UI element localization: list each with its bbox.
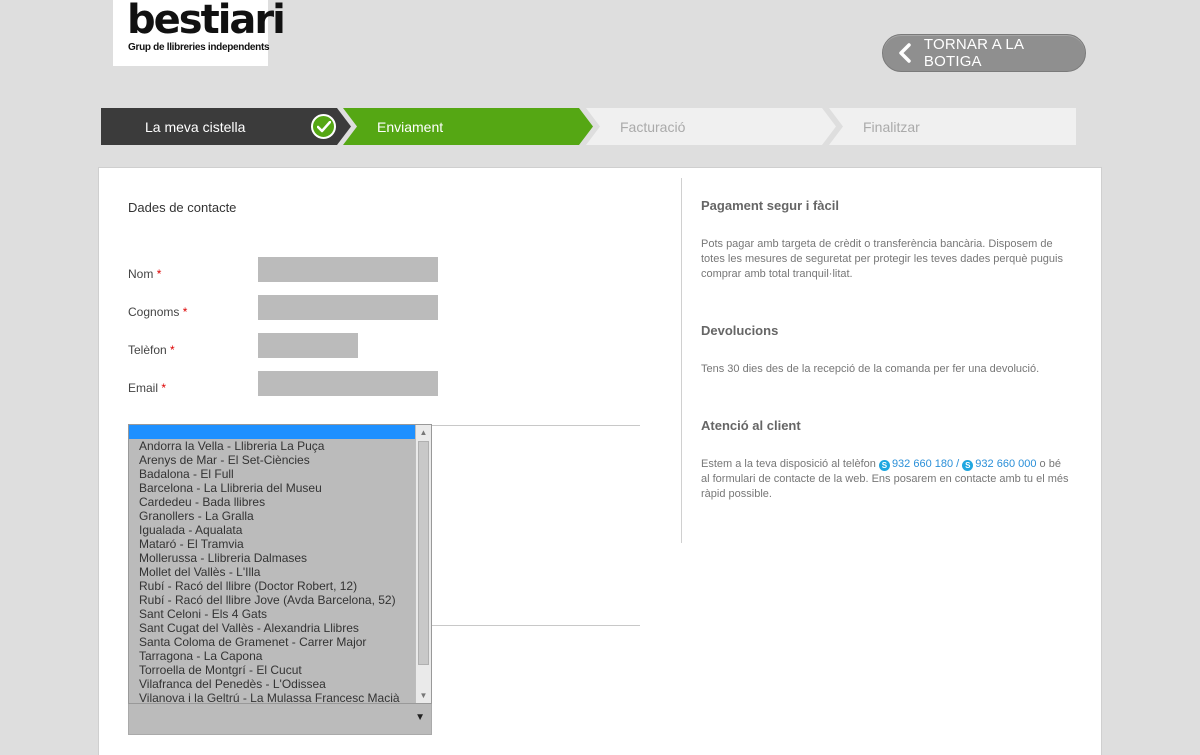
list-item[interactable]: Sant Celoni - Els 4 Gats — [129, 607, 431, 621]
caret-down-icon: ▼ — [415, 712, 425, 723]
contact-section-title: Dades de contacte — [128, 200, 237, 215]
list-item[interactable]: Arenys de Mar - El Set-Ciències — [129, 453, 431, 467]
check-icon — [311, 114, 336, 139]
step-shipping[interactable]: Enviament — [343, 108, 593, 145]
skype-icon: S — [962, 460, 974, 471]
step-billing-label: Facturació — [620, 118, 686, 135]
email-field[interactable] — [258, 371, 438, 396]
name-field[interactable] — [258, 257, 438, 282]
surname-label: Cognoms * — [128, 305, 188, 319]
step-cart[interactable]: La meva cistella — [101, 108, 351, 145]
list-item[interactable]: Cardedeu - Bada llibres — [129, 495, 431, 509]
support-title: Atenció al client — [701, 418, 801, 433]
list-item[interactable]: Barcelona - La Llibreria del Museu — [129, 481, 431, 495]
required-marker: * — [170, 343, 175, 357]
list-item[interactable]: Andorra la Vella - Llibreria La Puça — [129, 439, 431, 453]
secure-payment-title: Pagament segur i fàcil — [701, 198, 839, 213]
list-item[interactable]: Vilafranca del Penedès - L'Odissea — [129, 677, 431, 691]
required-marker: * — [161, 381, 167, 395]
checkout-steps: La meva cistella Enviament Facturació Fi… — [101, 108, 1076, 145]
scroll-down-icon[interactable]: ▼ — [416, 688, 431, 703]
list-item[interactable]: Igualada - Aqualata — [129, 523, 431, 537]
list-item[interactable]: Rubí - Racó del llibre (Doctor Robert, 1… — [129, 579, 431, 593]
list-item[interactable]: Vilanova i la Geltrú - La Mulassa France… — [129, 691, 431, 703]
scrollbar[interactable]: ▲ ▼ — [415, 425, 431, 703]
scroll-up-icon[interactable]: ▲ — [416, 425, 431, 440]
phone-separator: / — [956, 458, 960, 470]
list-item[interactable]: Rubí - Racó del llibre Jove (Avda Barcel… — [129, 593, 431, 607]
logo[interactable]: bestiari Grup de llibreries independents — [113, 0, 286, 66]
back-to-shop-label: TORNAR A LA BOTIGA — [923, 36, 1024, 70]
returns-title: Devolucions — [701, 323, 779, 338]
logo-tagline: Grup de llibreries independents — [128, 42, 270, 53]
phone-link[interactable]: 932 660 000 — [975, 458, 1036, 470]
scrollbar-thumb[interactable] — [418, 441, 429, 665]
phone-link[interactable]: 932 660 180 — [892, 458, 953, 470]
logo-wordmark: bestiari — [127, 0, 286, 43]
returns-text: Tens 30 dies des de la recepció de la co… — [701, 363, 1040, 375]
step-finish: Finalitzar — [829, 108, 1076, 145]
list-item[interactable]: Santa Coloma de Gramenet - Carrer Major — [129, 635, 431, 649]
column-divider — [681, 178, 682, 543]
secure-payment-text: Pots pagar amb targeta de crèdit o trans… — [701, 238, 1063, 280]
step-billing: Facturació — [586, 108, 836, 145]
step-cart-label: La meva cistella — [145, 118, 246, 135]
store-select-dropdown[interactable]: ▼ — [128, 704, 432, 735]
required-marker: * — [182, 305, 188, 319]
back-to-shop-button[interactable]: TORNAR A LA BOTIGA — [882, 34, 1086, 72]
email-label: Email * — [128, 381, 167, 395]
support-text: Estem a la teva disposició al telèfon S9… — [701, 458, 1069, 500]
list-item-selected[interactable] — [129, 425, 431, 439]
list-item[interactable]: Sant Cugat del Vallès - Alexandria Llibr… — [129, 621, 431, 635]
phone-label: Telèfon * — [128, 343, 175, 357]
name-label: Nom * — [128, 267, 162, 281]
store-select-list[interactable]: Andorra la Vella - Llibreria La Puça Are… — [128, 424, 432, 704]
list-item[interactable]: Badalona - El Full — [129, 467, 431, 481]
list-item[interactable]: Torroella de Montgrí - El Cucut — [129, 663, 431, 677]
list-item[interactable]: Tarragona - La Capona — [129, 649, 431, 663]
surname-field[interactable] — [258, 295, 438, 320]
step-shipping-label: Enviament — [377, 118, 444, 135]
list-item[interactable]: Mollet del Vallès - L'Illa — [129, 565, 431, 579]
list-item[interactable]: Granollers - La Gralla — [129, 509, 431, 523]
chevron-left-icon — [891, 39, 919, 67]
required-marker: * — [156, 267, 162, 281]
list-item[interactable]: Mataró - El Tramvia — [129, 537, 431, 551]
step-finish-label: Finalitzar — [863, 118, 920, 135]
skype-icon: S — [878, 460, 890, 471]
list-item[interactable]: Mollerussa - Llibreria Dalmases — [129, 551, 431, 565]
checkout-panel: Dades de contacte Nom * Cognoms * Telèfo… — [98, 167, 1102, 755]
phone-field[interactable] — [258, 333, 358, 358]
